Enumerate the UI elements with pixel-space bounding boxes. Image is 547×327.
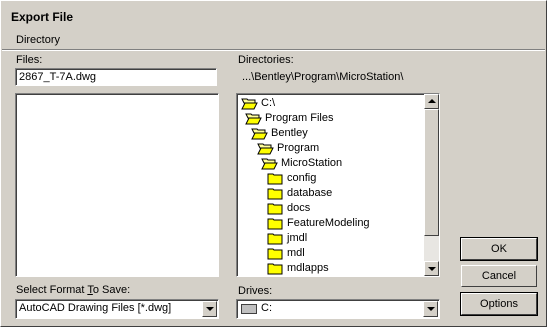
directory-item-label: mdl (287, 247, 305, 259)
folder-open-icon (251, 128, 268, 140)
directory-item-label: C:\ (261, 97, 276, 109)
format-select[interactable]: AutoCAD Drawing Files [*.dwg] (15, 299, 219, 319)
directory-item-label: config (287, 172, 317, 184)
folder-open-icon (257, 143, 274, 155)
files-list[interactable] (15, 93, 219, 277)
scroll-up-button[interactable] (424, 94, 439, 109)
directory-item-label: database (287, 187, 333, 199)
arrow-down-icon (428, 267, 436, 271)
ok-button[interactable]: OK (460, 237, 538, 261)
folder-icon (267, 188, 283, 200)
export-file-dialog: Export File Directory Files: 2867_T-7A.d… (0, 0, 547, 327)
format-label: Select Format To Save: (16, 284, 131, 296)
menu-bar: Directory (2, 32, 545, 50)
directories-label: Directories: (238, 54, 294, 66)
scroll-thumb[interactable] (424, 109, 439, 236)
scroll-down-button[interactable] (424, 261, 439, 276)
folder-icon (267, 203, 283, 215)
chevron-down-icon (427, 307, 435, 311)
format-select-value: AutoCAD Drawing Files [*.dwg] (19, 302, 172, 314)
directory-item-label: FeatureModeling (287, 217, 370, 229)
directory-item-label: MicroStation (281, 157, 343, 169)
options-button[interactable]: Options (460, 292, 538, 316)
drives-select[interactable]: C: (236, 299, 440, 319)
directory-item-label: Program (277, 142, 320, 154)
directory-tree[interactable]: C:\ Program Files Bentley Program MicroStati… (236, 93, 440, 277)
drives-select-value: C: (261, 302, 272, 314)
files-input-value: 2867_T-7A.dwg (19, 71, 97, 83)
folder-open-icon (261, 158, 278, 170)
chevron-down-icon (206, 307, 214, 311)
arrow-up-icon (428, 99, 436, 103)
folder-icon (267, 218, 283, 230)
files-label: Files: (16, 54, 43, 66)
menu-directory[interactable]: Directory (16, 34, 60, 46)
folder-icon (267, 173, 283, 185)
folder-icon (267, 233, 283, 245)
window-title: Export File (11, 10, 74, 24)
current-path: ...\Bentley\Program\MicroStation\ (242, 71, 404, 83)
options-button-label: Options (480, 298, 518, 310)
folder-icon (267, 263, 283, 275)
title-bar[interactable]: Export File (2, 2, 545, 30)
directory-item-label: mdlapps (287, 262, 329, 274)
directory-item-label: Program Files (265, 112, 334, 124)
folder-icon (267, 248, 283, 260)
drives-label: Drives: (238, 285, 273, 297)
cancel-button-label: Cancel (481, 270, 517, 282)
drives-dropdown-button[interactable] (423, 301, 438, 317)
folder-open-icon (241, 98, 258, 110)
files-input[interactable]: 2867_T-7A.dwg (15, 68, 217, 86)
directory-item-label: jmdl (287, 232, 308, 244)
directory-item-label: docs (287, 202, 311, 214)
directory-scrollbar[interactable] (424, 94, 439, 276)
ok-button-label: OK (491, 243, 507, 255)
folder-open-icon (245, 113, 262, 125)
drive-icon (241, 304, 257, 314)
cancel-button[interactable]: Cancel (461, 265, 537, 287)
directory-item-label: Bentley (271, 127, 308, 139)
format-dropdown-button[interactable] (202, 301, 217, 317)
